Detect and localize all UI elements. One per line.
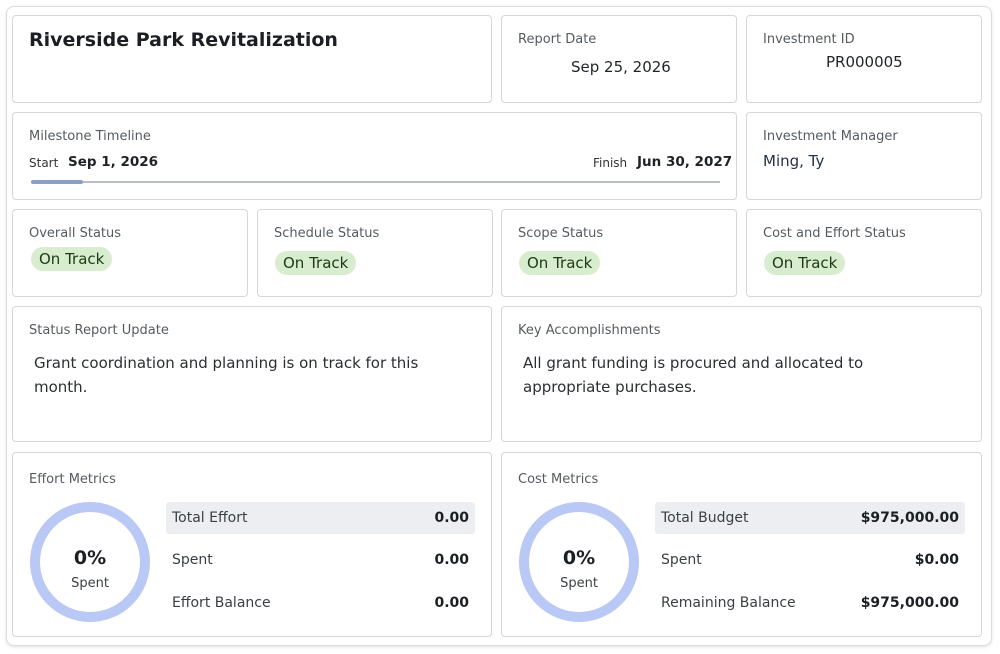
timeline-progress-track: [31, 180, 720, 184]
cost-row-budget: Total Budget $975,000.00: [655, 502, 965, 534]
schedule-status-card: Schedule Status On Track: [257, 209, 493, 297]
effort-metrics-label: Effort Metrics: [29, 472, 116, 487]
cost-row-spent-label: Spent: [661, 552, 702, 568]
scope-status-badge: On Track: [519, 251, 601, 275]
project-title-card: Riverside Park Revitalization: [12, 15, 492, 103]
cost-row-budget-value: $975,000.00: [860, 510, 959, 526]
overall-status-card: Overall Status On Track: [12, 209, 248, 297]
cost-donut-chart: 0% Spent: [519, 502, 639, 622]
scope-status-card: Scope Status On Track: [501, 209, 737, 297]
status-update-card: Status Report Update Grant coordination …: [12, 306, 492, 442]
cost-metrics-label: Cost Metrics: [518, 472, 599, 487]
schedule-status-label: Schedule Status: [274, 226, 380, 241]
report-date-card: Report Date Sep 25, 2026: [501, 15, 737, 103]
cost-effort-status-card: Cost and Effort Status On Track: [746, 209, 982, 297]
milestone-timeline-card: Milestone Timeline Start Sep 1, 2026 Fin…: [12, 112, 737, 200]
investment-manager-card: Investment Manager Ming, Ty: [746, 112, 982, 200]
report-date-value: Sep 25, 2026: [571, 58, 671, 76]
cost-metrics-card: Cost Metrics 0% Spent Total Budget $975,…: [501, 452, 982, 637]
report-date-label: Report Date: [518, 32, 597, 47]
cost-row-budget-label: Total Budget: [661, 510, 749, 526]
cost-effort-status-badge: On Track: [764, 251, 846, 275]
timeline-finish-date: Jun 30, 2027: [637, 154, 733, 170]
status-update-text: Grant coordination and planning is on tr…: [34, 354, 419, 396]
effort-row-total-label: Total Effort: [172, 510, 248, 526]
cost-row-spent-value: $0.00: [914, 552, 959, 568]
investment-id-label: Investment ID: [763, 32, 855, 47]
effort-row-balance-value: 0.00: [434, 595, 469, 611]
investment-manager-name: Ming, Ty: [763, 152, 825, 170]
effort-row-total: Total Effort 0.00: [166, 502, 475, 534]
cost-percent-caption: Spent: [560, 576, 598, 591]
cost-effort-status-label: Cost and Effort Status: [763, 226, 906, 241]
schedule-status-badge: On Track: [275, 251, 357, 275]
effort-metrics-card: Effort Metrics 0% Spent Total Effort 0.0…: [12, 452, 492, 637]
effort-percent: 0%: [74, 547, 106, 569]
accomplishments-card: Key Accomplishments All grant funding is…: [501, 306, 982, 442]
scope-status-label: Scope Status: [518, 226, 604, 241]
effort-row-spent-value: 0.00: [434, 552, 469, 568]
accomplishments-label: Key Accomplishments: [518, 323, 661, 338]
status-update-label: Status Report Update: [29, 323, 169, 338]
effort-row-total-value: 0.00: [434, 510, 469, 526]
investment-id-value: PR000005: [826, 53, 903, 71]
investment-id-card: Investment ID PR000005: [746, 15, 982, 103]
cost-row-spent: Spent $0.00: [655, 544, 965, 576]
effort-row-spent: Spent 0.00: [166, 544, 475, 576]
cost-row-remaining: Remaining Balance $975,000.00: [655, 587, 965, 619]
effort-row-balance-label: Effort Balance: [172, 595, 271, 611]
overall-status-label: Overall Status: [29, 226, 122, 241]
effort-row-balance: Effort Balance 0.00: [166, 587, 475, 619]
project-title: Riverside Park Revitalization: [29, 29, 338, 51]
overall-status-badge: On Track: [31, 247, 113, 271]
timeline-start-label: Start: [29, 156, 59, 170]
cost-row-remaining-value: $975,000.00: [860, 595, 959, 611]
effort-donut-chart: 0% Spent: [30, 502, 150, 622]
milestone-timeline-label: Milestone Timeline: [29, 129, 151, 144]
accomplishments-text: All grant funding is procured and alloca…: [523, 354, 864, 396]
investment-manager-label: Investment Manager: [763, 129, 898, 144]
effort-percent-caption: Spent: [71, 576, 109, 591]
cost-row-remaining-label: Remaining Balance: [661, 595, 796, 611]
effort-row-spent-label: Spent: [172, 552, 213, 568]
timeline-finish-label: Finish: [593, 156, 628, 170]
timeline-progress-fill: [31, 180, 83, 184]
cost-percent: 0%: [563, 547, 595, 569]
timeline-start-date: Sep 1, 2026: [68, 154, 159, 170]
